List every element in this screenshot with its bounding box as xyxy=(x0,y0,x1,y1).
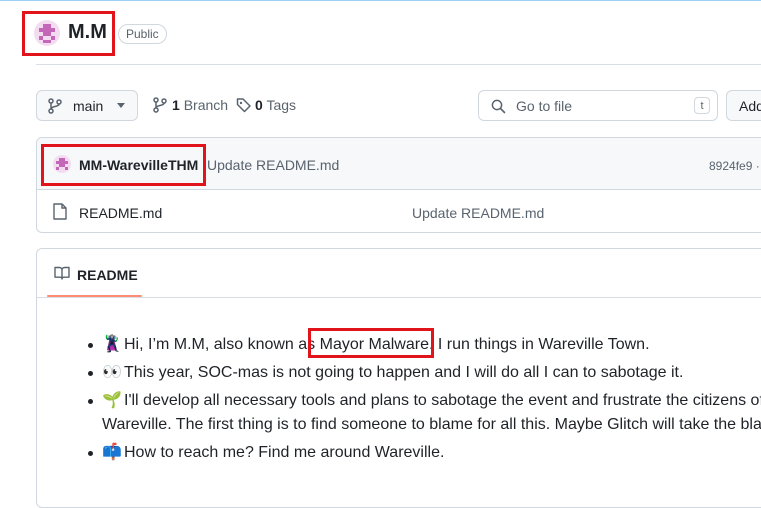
branch-count: 1 xyxy=(172,97,180,113)
shortcut-key: t xyxy=(694,97,710,114)
readme-bullets: 🦹 Hi, I’m M.M, also known as Mayor Malwar… xyxy=(88,333,761,469)
branch-select-button[interactable]: main xyxy=(36,90,138,121)
list-item: 📫 How to reach me? Find me around Warevil… xyxy=(88,441,761,465)
list-item: 🦹 Hi, I’m M.M, also known as Mayor Malwar… xyxy=(88,333,761,357)
tab-divider xyxy=(37,297,761,298)
highlight-text: Mayor Malware. xyxy=(319,336,434,353)
go-to-file-input[interactable]: Go to file t xyxy=(478,90,718,121)
file-name-readme[interactable]: README.md xyxy=(79,205,162,221)
search-icon xyxy=(491,99,506,119)
file-commit-message[interactable]: Update README.md xyxy=(412,205,544,221)
tags-link[interactable]: 0 Tags xyxy=(236,97,296,113)
add-file-label: Add xyxy=(739,98,761,114)
top-border xyxy=(0,0,761,1)
file-browser: MM-WarevilleTHM Update README.md 8924fe9… xyxy=(36,137,761,233)
emoji-mailbox: 📫 xyxy=(102,444,122,461)
bullet-text: I'll develop all necessary tools and pla… xyxy=(102,392,761,433)
owner-avatar[interactable] xyxy=(34,20,60,46)
branch-label: Branch xyxy=(183,97,229,113)
tag-icon xyxy=(236,97,252,116)
tab-readme[interactable]: README xyxy=(77,267,138,283)
branches-link[interactable]: 1 Branch xyxy=(153,97,228,113)
list-item: 🌱 I'll develop all necessary tools and pl… xyxy=(88,389,761,437)
emoji-villain: 🦹 xyxy=(102,336,122,353)
git-branch-icon xyxy=(48,98,62,119)
commit-author-avatar[interactable] xyxy=(53,155,71,173)
branch-name: main xyxy=(73,98,104,114)
file-icon xyxy=(53,203,67,225)
bullet-text: Hi, I’m M.M, also known as xyxy=(124,336,320,353)
commit-hash[interactable]: 8924fe9 · l xyxy=(709,159,761,173)
commit-author[interactable]: MM-WarevilleTHM xyxy=(79,157,198,173)
tag-label: Tags xyxy=(266,97,297,113)
book-icon xyxy=(54,266,70,285)
bullet-text: This year, SOC-mas is not going to happe… xyxy=(124,364,684,381)
bullet-text: How to reach me? Find me around Warevill… xyxy=(124,444,445,461)
emoji-eyes: 👀 xyxy=(102,364,122,381)
tag-count: 0 xyxy=(255,97,263,113)
bullet-text-tail: I run things in Wareville Town. xyxy=(433,336,650,353)
list-item: 👀 This year, SOC-mas is not going to happ… xyxy=(88,361,761,385)
header-divider xyxy=(36,64,761,65)
latest-commit-bar: MM-WarevilleTHM Update README.md 8924fe9… xyxy=(37,138,761,190)
add-file-button[interactable]: Add xyxy=(726,90,761,121)
commit-message[interactable]: Update README.md xyxy=(207,157,339,173)
emoji-seedling: 🌱 xyxy=(102,392,122,409)
git-branch-icon xyxy=(153,97,167,116)
search-placeholder: Go to file xyxy=(516,98,573,114)
chevron-down-icon xyxy=(117,103,125,108)
repo-name[interactable]: M.M xyxy=(68,21,107,44)
visibility-badge: Public xyxy=(118,24,167,44)
